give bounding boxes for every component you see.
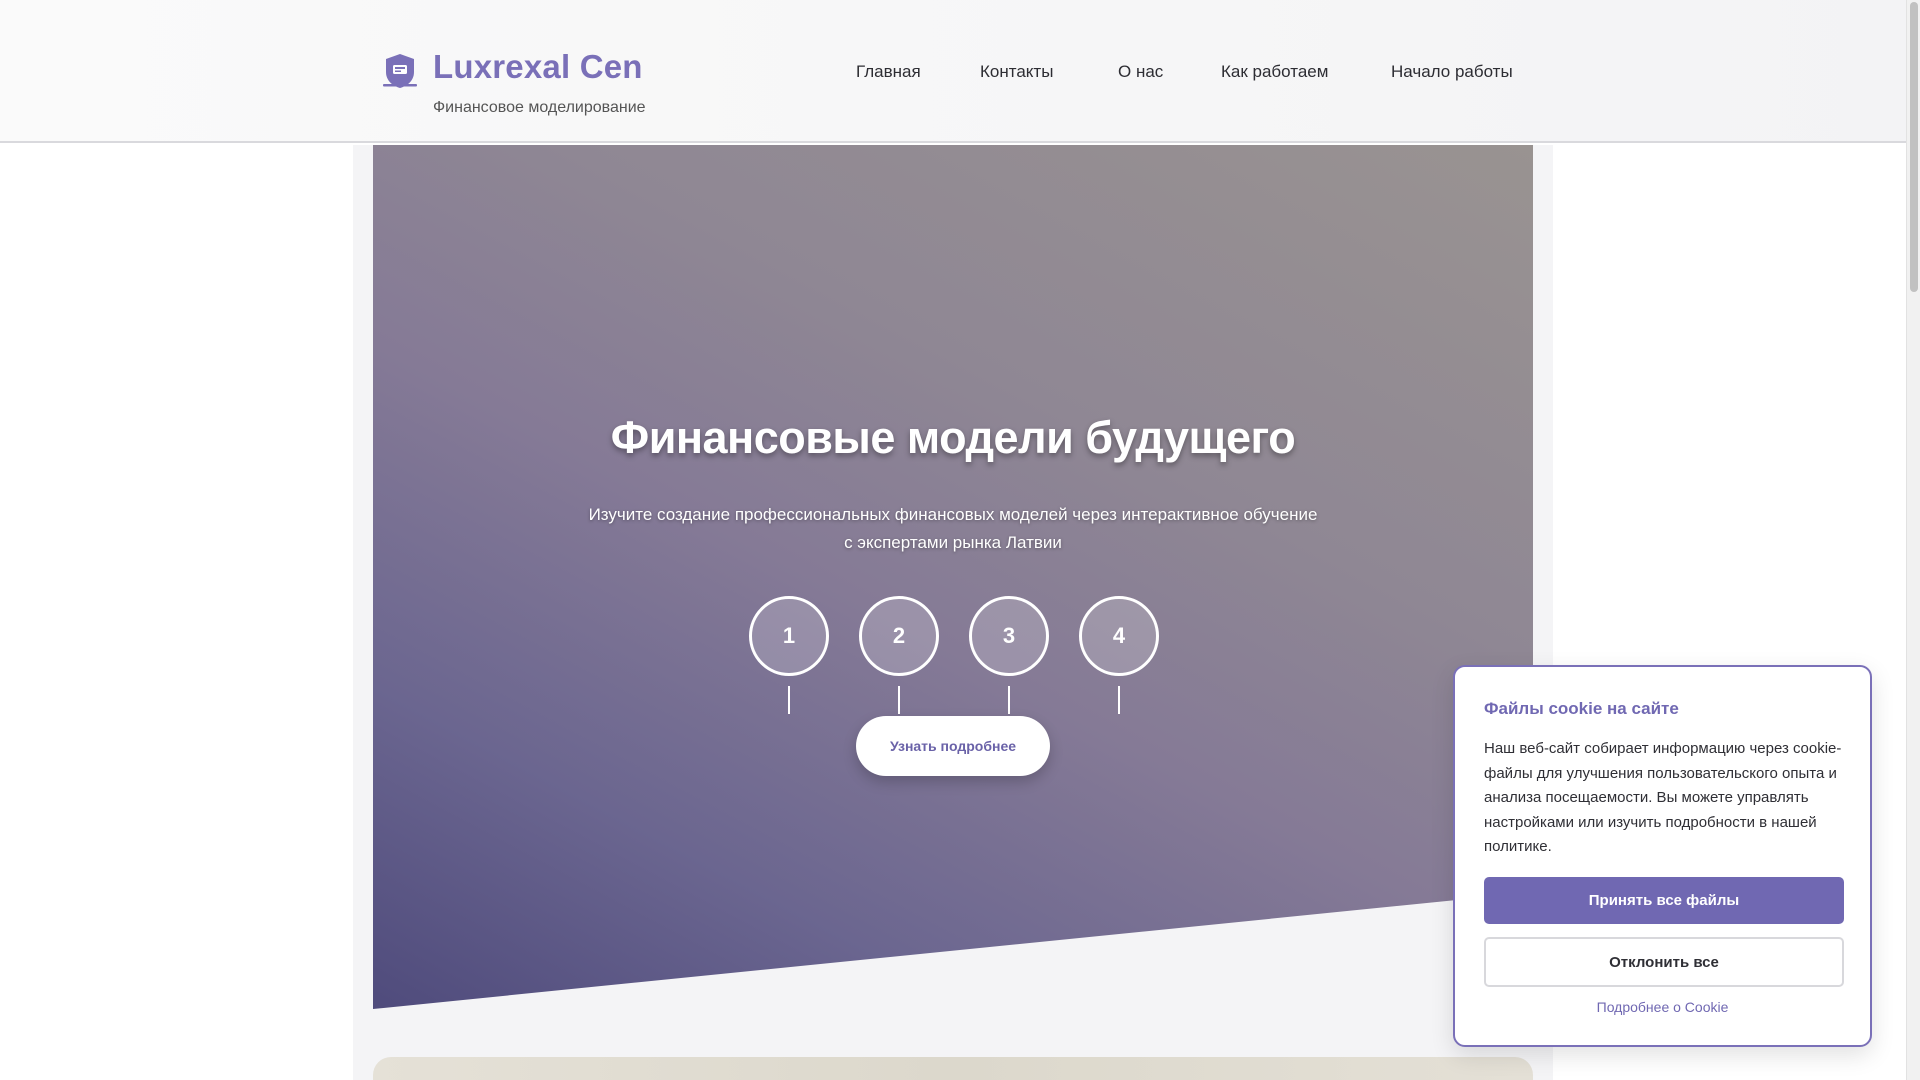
cookie-title: Файлы cookie на сайте — [1484, 699, 1679, 718]
step-connector — [1118, 686, 1120, 714]
cookie-details-link[interactable]: Подробнее о Cookie — [1455, 999, 1870, 1015]
step-1[interactable]: 1 — [749, 596, 829, 676]
brand-title[interactable]: Luxrexal Cen — [433, 48, 643, 86]
step-3[interactable]: 3 — [969, 596, 1049, 676]
hero-title: Финансовые модели будущего — [610, 412, 1296, 463]
nav-item-home[interactable]: Главная — [856, 62, 921, 82]
hero-subtitle: Изучите создание профессиональных финанс… — [588, 505, 1318, 552]
page-scrollbar[interactable] — [1906, 0, 1920, 1080]
brand-subtitle: Финансовое моделирование — [433, 99, 646, 116]
next-section-image — [373, 1057, 1533, 1080]
accept-cookies-button[interactable]: Принять все файлы — [1484, 877, 1844, 924]
decline-cookies-button[interactable]: Отклонить все — [1484, 937, 1844, 987]
shield-icon — [383, 54, 417, 88]
cookie-consent-dialog: Файлы cookie на сайте Наш веб-сайт собир… — [1453, 665, 1872, 1047]
learn-more-button[interactable]: Узнать подробнее — [856, 716, 1050, 776]
steps-indicator: 1 2 3 4 — [373, 596, 1533, 716]
hero-section: Финансовые модели будущего Изучите созда… — [373, 145, 1533, 1009]
step-connector — [898, 686, 900, 714]
nav-item-about[interactable]: О нас — [1118, 62, 1163, 82]
step-4[interactable]: 4 — [1079, 596, 1159, 676]
step-connector — [1008, 686, 1010, 714]
scrollbar-thumb[interactable] — [1910, 2, 1918, 292]
cookie-text: Наш веб-сайт собирает информацию через c… — [1484, 740, 1842, 855]
step-2[interactable]: 2 — [859, 596, 939, 676]
nav-item-get-started[interactable]: Начало работы — [1391, 62, 1513, 82]
step-connector — [788, 686, 790, 714]
nav-item-how-we-work[interactable]: Как работаем — [1221, 62, 1328, 82]
site-header: Luxrexal Cen Финансовое моделирование Гл… — [0, 0, 1906, 143]
nav-item-contacts[interactable]: Контакты — [980, 62, 1053, 82]
